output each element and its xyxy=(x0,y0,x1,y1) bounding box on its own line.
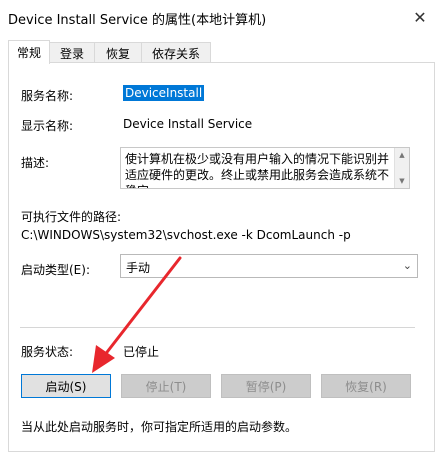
service-status-label: 服务状态: xyxy=(21,345,74,359)
general-panel: 服务名称: DeviceInstall 显示名称: Device Install… xyxy=(8,62,435,452)
tab-general[interactable]: 常规 xyxy=(8,40,50,64)
service-name-value[interactable]: DeviceInstall xyxy=(123,85,205,101)
divider xyxy=(20,327,415,328)
window-title: Device Install Service 的属性(本地计算机) xyxy=(8,13,267,28)
pause-button-label: 暂停(P) xyxy=(245,379,287,394)
exe-path-label: 可执行文件的路径: xyxy=(21,210,122,224)
description-text: 使计算机在极少或没有用户输入的情况下能识别并适应硬件的更改。终止或禁用此服务会造… xyxy=(125,152,390,188)
tab-label: 恢复 xyxy=(105,46,130,61)
scroll-up-icon[interactable]: ▲ xyxy=(395,149,409,161)
close-button[interactable]: ✕ xyxy=(397,0,443,34)
start-button[interactable]: 启动(S) xyxy=(21,374,111,398)
startup-type-value: 手动 xyxy=(126,261,151,275)
tab-recovery[interactable]: 恢复 xyxy=(94,42,142,63)
tab-label: 依存关系 xyxy=(151,46,200,61)
title-bar: Device Install Service 的属性(本地计算机) ✕ xyxy=(0,0,443,34)
tab-logon[interactable]: 登录 xyxy=(49,42,95,63)
description-scrollbar[interactable]: ▲ ▼ xyxy=(394,148,409,188)
pause-button[interactable]: 暂停(P) xyxy=(221,374,311,398)
description-label: 描述: xyxy=(21,156,50,170)
service-name-label: 服务名称: xyxy=(21,89,74,103)
close-icon: ✕ xyxy=(413,7,427,27)
start-button-label: 启动(S) xyxy=(45,379,87,394)
startup-type-select[interactable]: 手动 ⌄ xyxy=(120,254,418,278)
stop-button[interactable]: 停止(T) xyxy=(121,374,211,398)
service-status-value: 已停止 xyxy=(123,345,160,359)
scroll-down-icon[interactable]: ▼ xyxy=(395,175,409,187)
stop-button-label: 停止(T) xyxy=(145,379,187,394)
tab-dependencies[interactable]: 依存关系 xyxy=(141,42,211,63)
tab-label: 登录 xyxy=(59,46,84,61)
exe-path-value: C:\WINDOWS\system32\svchost.exe -k DcomL… xyxy=(21,228,351,242)
display-name-value[interactable]: Device Install Service xyxy=(123,117,252,131)
chevron-down-icon: ⌄ xyxy=(402,259,412,272)
resume-button-label: 恢复(R) xyxy=(345,379,387,394)
startup-type-label: 启动类型(E): xyxy=(21,263,90,277)
tab-label: 常规 xyxy=(16,46,41,60)
display-name-label: 显示名称: xyxy=(21,119,74,133)
start-params-hint: 当从此处启动服务时，你可指定所适用的启动参数。 xyxy=(21,420,298,434)
resume-button[interactable]: 恢复(R) xyxy=(321,374,411,398)
description-box[interactable]: 使计算机在极少或没有用户输入的情况下能识别并适应硬件的更改。终止或禁用此服务会造… xyxy=(120,147,410,189)
